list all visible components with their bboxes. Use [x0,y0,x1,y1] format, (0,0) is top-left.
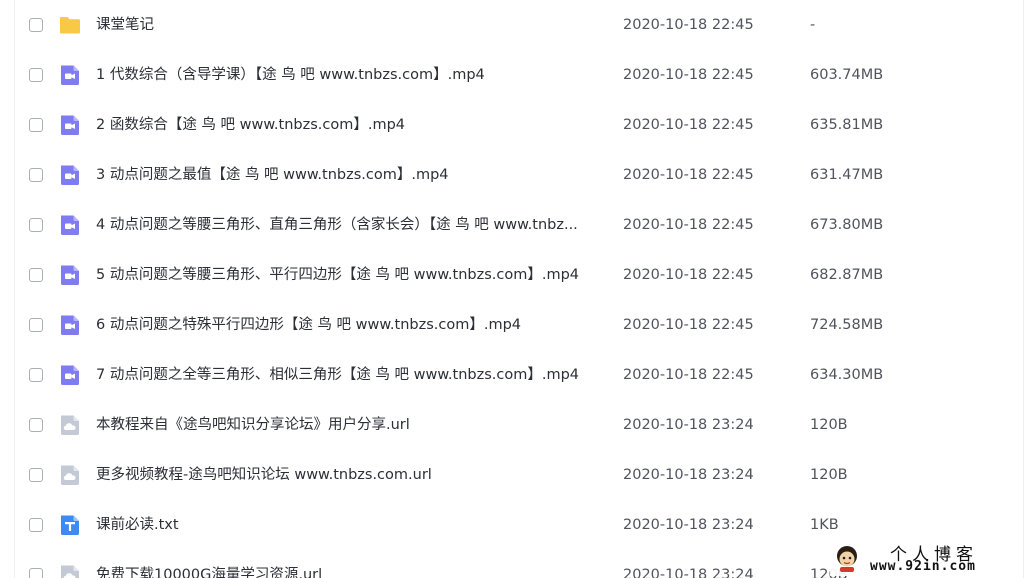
row-checkbox[interactable] [29,368,43,382]
file-row[interactable]: 更多视频教程-途鸟吧知识论坛 www.tnbzs.com.url 2020-10-… [14,451,1023,501]
file-size: 634.30MB [810,367,884,383]
row-checkbox[interactable] [29,318,43,332]
file-name[interactable]: 免费下载10000G海量学习资源.url [96,565,606,578]
left-panel-edge [0,0,15,578]
file-name[interactable]: 课堂笔记 [96,15,606,35]
cartoon-face-icon [837,546,857,572]
file-row[interactable]: 2 函数综合【途 鸟 吧 www.tnbzs.com】.mp4 2020-10-1… [14,101,1023,151]
watermark: 个人博客 www.92in.com [830,540,1022,576]
row-checkbox[interactable] [29,518,43,532]
row-checkbox[interactable] [29,468,43,482]
file-size: 120B [810,467,848,483]
modified-date: 2020-10-18 22:45 [623,217,754,233]
watermark-url: www.92in.com [870,559,976,574]
modified-date: 2020-10-18 22:45 [623,117,754,133]
file-name[interactable]: 1 代数综合（含导学课）【途 鸟 吧 www.tnbzs.com】.mp4 [96,65,606,85]
row-checkbox[interactable] [29,268,43,282]
modified-date: 2020-10-18 22:45 [623,67,754,83]
file-name[interactable]: 本教程来自《途鸟吧知识分享论坛》用户分享.url [96,415,606,435]
file-size: 724.58MB [810,317,884,333]
file-size: 603.74MB [810,67,884,83]
file-size: 673.80MB [810,217,884,233]
modified-date: 2020-10-18 22:45 [623,17,754,33]
modified-date: 2020-10-18 23:24 [623,567,754,578]
file-size: - [810,17,816,33]
modified-date: 2020-10-18 22:45 [623,167,754,183]
file-list-page: 课堂笔记 2020-10-18 22:45 - 1 代数综合（含导学课）【途 鸟 吧 … [0,0,1024,578]
file-row[interactable]: 5 动点问题之等腰三角形、平行四边形【途 鸟 吧 www.tnbzs.com】.… [14,251,1023,301]
video-file-icon [59,114,81,136]
video-file-icon [59,364,81,386]
modified-date: 2020-10-18 22:45 [623,317,754,333]
row-checkbox[interactable] [29,418,43,432]
link-file-icon [59,414,81,436]
text-file-icon [59,514,81,536]
file-size: 631.47MB [810,167,884,183]
modified-date: 2020-10-18 23:24 [623,417,754,433]
row-checkbox[interactable] [29,118,43,132]
file-name[interactable]: 7 动点问题之全等三角形、相似三角形【途 鸟 吧 www.tnbzs.com】.… [96,365,606,385]
row-checkbox[interactable] [29,218,43,232]
file-size: 635.81MB [810,117,884,133]
video-file-icon [59,64,81,86]
file-name[interactable]: 更多视频教程-途鸟吧知识论坛 www.tnbzs.com.url [96,465,606,485]
file-name[interactable]: 3 动点问题之最值【途 鸟 吧 www.tnbzs.com】.mp4 [96,165,606,185]
file-row[interactable]: 1 代数综合（含导学课）【途 鸟 吧 www.tnbzs.com】.mp4 202… [14,51,1023,101]
modified-date: 2020-10-18 22:45 [623,267,754,283]
file-name[interactable]: 6 动点问题之特殊平行四边形【途 鸟 吧 www.tnbzs.com】.mp4 [96,315,606,335]
video-file-icon [59,264,81,286]
row-checkbox[interactable] [29,68,43,82]
file-name[interactable]: 4 动点问题之等腰三角形、直角三角形（含家长会）【途 鸟 吧 www.tnbz.… [96,215,606,235]
file-size: 682.87MB [810,267,884,283]
row-checkbox[interactable] [29,568,43,578]
video-file-icon [59,164,81,186]
file-name[interactable]: 课前必读.txt [96,515,606,535]
folder-row[interactable]: 课堂笔记 2020-10-18 22:45 - [14,1,1023,51]
link-file-icon [59,464,81,486]
video-file-icon [59,314,81,336]
file-row[interactable]: 本教程来自《途鸟吧知识分享论坛》用户分享.url 2020-10-18 23:24… [14,401,1023,451]
file-size: 1KB [810,517,839,533]
file-row[interactable]: 4 动点问题之等腰三角形、直角三角形（含家长会）【途 鸟 吧 www.tnbz.… [14,201,1023,251]
link-file-icon [59,564,81,578]
file-row[interactable]: 7 动点问题之全等三角形、相似三角形【途 鸟 吧 www.tnbzs.com】.… [14,351,1023,401]
row-checkbox[interactable] [29,168,43,182]
file-name[interactable]: 2 函数综合【途 鸟 吧 www.tnbzs.com】.mp4 [96,115,606,135]
folder-icon [59,14,81,36]
modified-date: 2020-10-18 23:24 [623,517,754,533]
file-row[interactable]: 6 动点问题之特殊平行四边形【途 鸟 吧 www.tnbzs.com】.mp4 2… [14,301,1023,351]
modified-date: 2020-10-18 23:24 [623,467,754,483]
row-checkbox[interactable] [29,18,43,32]
video-file-icon [59,214,81,236]
file-name[interactable]: 5 动点问题之等腰三角形、平行四边形【途 鸟 吧 www.tnbzs.com】.… [96,265,606,285]
file-row[interactable]: 3 动点问题之最值【途 鸟 吧 www.tnbzs.com】.mp4 2020-1… [14,151,1023,201]
modified-date: 2020-10-18 22:45 [623,367,754,383]
file-size: 120B [810,417,848,433]
